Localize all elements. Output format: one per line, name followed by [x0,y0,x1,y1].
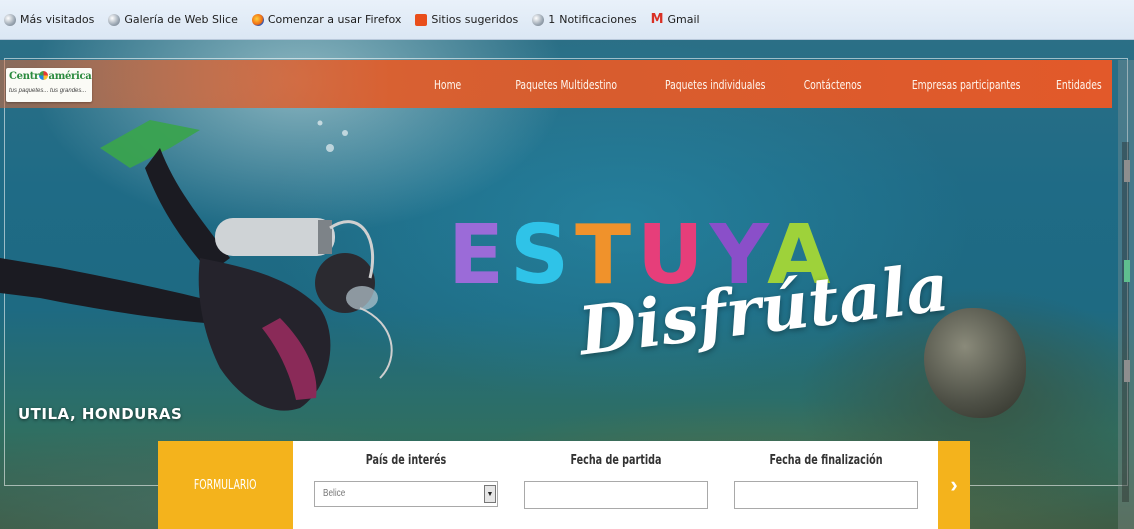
bookmark-label: Comenzar a usar Firefox [267,13,402,26]
firefox-icon [251,13,264,26]
bookmark-label: Notificaciones [559,13,637,26]
country-value: Belice [323,488,346,499]
search-form: FORMULARIO País de interés Belice ▼ Fech… [158,441,970,529]
country-select[interactable]: Belice ▼ [314,481,498,507]
page-scrollbar[interactable] [1118,60,1134,529]
bookmark-web-slice[interactable]: Galería de Web Slice [108,13,238,26]
bookmarks-toolbar: Más visitados Galería de Web Slice Comen… [0,0,1134,40]
bookmark-notificaciones[interactable]: 1 Notificaciones [532,13,637,26]
bookmark-label: Gmail [667,13,700,26]
bookmark-count: 1 [548,13,556,26]
country-title: País de interés [365,453,447,468]
form-label: FORMULARIO [194,477,257,493]
end-date-input[interactable] [734,481,918,509]
diver-illustration [0,120,393,411]
end-date-title: Fecha de finalización [769,453,883,468]
scroll-marker [1124,360,1130,382]
start-date-input[interactable] [524,481,708,509]
end-date-field: Fecha de finalización [734,453,918,509]
bookmark-gmail[interactable]: M Gmail [650,11,700,27]
headline-letter: E [448,208,511,303]
scroll-marker [1124,160,1130,182]
nav-entidades[interactable]: Entidades [1056,77,1102,92]
square-icon [415,13,428,26]
bookmark-sitios-sugeridos[interactable]: Sitios sugeridos [415,13,518,26]
nav-empresas-participantes[interactable]: Empresas participantes [912,77,1021,92]
location-caption: UTILA, HONDURAS [18,405,183,423]
bookmark-label: Más visitados [20,13,95,26]
site-logo[interactable]: Centro américa tus paquetes... tus grand… [6,68,92,102]
dropdown-arrow-icon[interactable]: ▼ [484,485,496,503]
globe-icon [39,71,48,80]
scroll-marker [1124,260,1130,282]
logo-text: Centro américa [9,71,92,82]
form-label-panel: FORMULARIO [158,441,293,529]
start-date-title: Fecha de partida [570,453,662,468]
chevron-right-icon: › [950,472,958,497]
globe-icon [4,13,16,26]
nav-contactenos[interactable]: Contáctenos [804,77,862,92]
nav-home[interactable]: Home [434,77,461,92]
globe-icon [532,13,545,26]
gmail-icon: M [650,11,664,27]
country-field: País de interés Belice ▼ [314,453,498,507]
hero-banner: Centro américa tus paquetes... tus grand… [0,40,1134,529]
search-submit-button[interactable]: › [938,441,970,529]
bookmark-firefox[interactable]: Comenzar a usar Firefox [251,13,402,26]
bookmark-mas-visitados[interactable]: Más visitados [4,13,94,26]
navigation-bar: Centro américa tus paquetes... tus grand… [0,60,1112,108]
scrollbar-thumb[interactable] [1122,142,1129,502]
globe-icon [108,13,121,26]
bookmark-label: Sitios sugeridos [431,13,519,26]
nav-paquetes-individuales[interactable]: Paquetes individuales [665,77,765,92]
headline-letter: S [510,208,576,303]
hero-headline: ESTUYA Disfrútala [448,215,953,385]
nav-paquetes-multidestino[interactable]: Paquetes Multidestino [515,77,617,92]
start-date-field: Fecha de partida [524,453,708,509]
bookmark-label: Galería de Web Slice [124,13,238,26]
main-menu: Home Paquetes Multidestino Paquetes indi… [434,60,1102,108]
logo-tagline: tus paquetes... tus grandes... [9,88,87,94]
